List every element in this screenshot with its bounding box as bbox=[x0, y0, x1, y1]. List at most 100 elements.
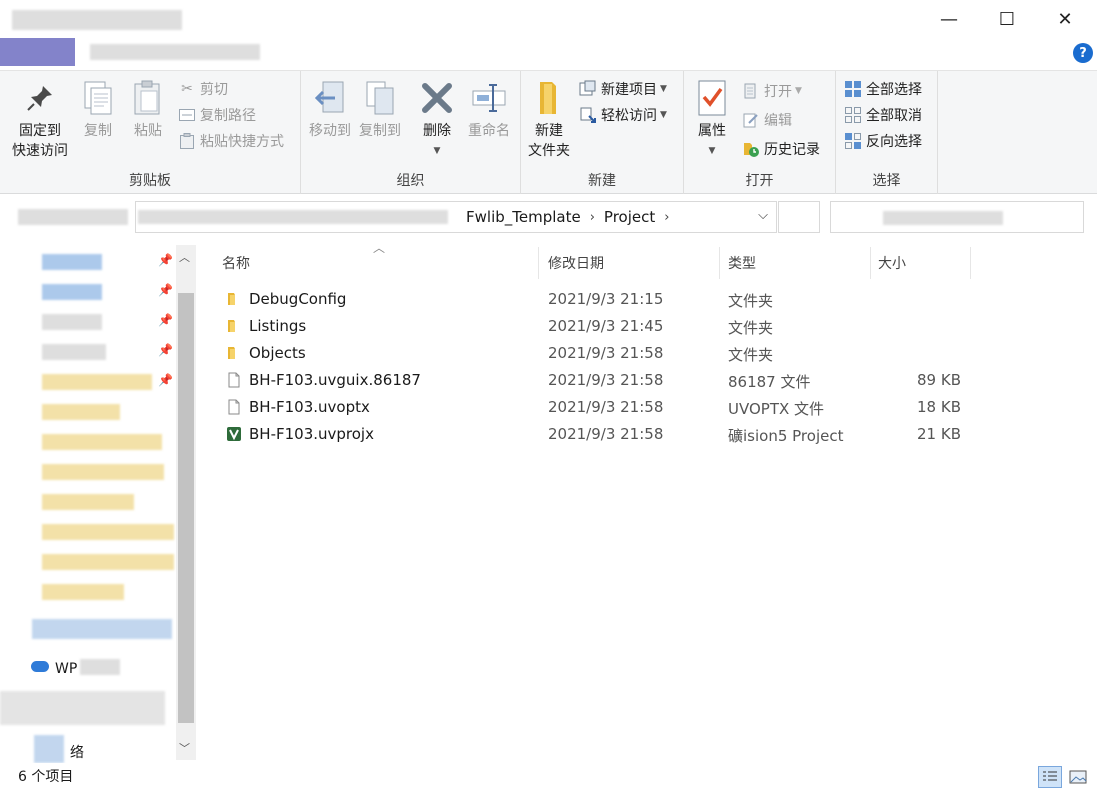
file-size: 21 KB bbox=[917, 425, 961, 443]
nav-item-blurred bbox=[42, 374, 152, 390]
new-folder-button[interactable]: 新建 文件夹 bbox=[526, 79, 572, 161]
clipboard-group: 固定到 快速访问 复制 粘贴 ✂ 剪切 复制路径 粘贴快捷方式 剪贴板 bbox=[0, 71, 301, 194]
properties-button[interactable]: 属性 ▼ bbox=[692, 79, 732, 161]
breadcrumb-separator-icon[interactable]: › bbox=[587, 210, 598, 225]
copy-to-button[interactable]: 复制到 bbox=[356, 79, 404, 141]
select-all-label: 全部选择 bbox=[866, 82, 922, 98]
file-icon bbox=[228, 399, 240, 415]
copy-label: 复制 bbox=[84, 123, 112, 139]
pin-icon[interactable]: 📌 bbox=[158, 283, 173, 297]
paste-shortcut-label: 粘贴快捷方式 bbox=[200, 134, 284, 150]
column-divider[interactable] bbox=[970, 247, 971, 279]
column-divider[interactable] bbox=[719, 247, 720, 279]
maximize-button[interactable]: ☐ bbox=[978, 0, 1036, 38]
properties-dropdown-icon[interactable]: ▼ bbox=[709, 141, 716, 161]
breadcrumb-project[interactable]: Project bbox=[598, 208, 661, 226]
scroll-down-icon[interactable]: ﹀ bbox=[179, 740, 190, 756]
minimize-button[interactable]: — bbox=[920, 0, 978, 38]
select-all-button[interactable]: 全部选择 bbox=[844, 78, 922, 100]
address-bar[interactable]: Fwlib_Template › Project › ⌵ bbox=[135, 201, 777, 233]
copy-path-icon bbox=[178, 106, 196, 124]
new-folder-icon bbox=[530, 79, 568, 117]
delete-button[interactable]: 删除 ▼ bbox=[417, 79, 457, 161]
new-folder-label-2: 文件夹 bbox=[528, 143, 570, 159]
details-view-icon bbox=[1043, 771, 1057, 781]
file-row[interactable]: Objects 2021/9/3 21:58 文件夹 bbox=[224, 340, 974, 367]
new-item-dropdown-icon[interactable]: ▼ bbox=[660, 84, 667, 94]
search-input[interactable] bbox=[830, 201, 1084, 233]
copy-path-label: 复制路径 bbox=[200, 108, 256, 124]
delete-dropdown-icon[interactable]: ▼ bbox=[434, 141, 441, 161]
file-list: 名称 ︿ 修改日期 类型 大小 DebugConfig 2021/9/3 21:… bbox=[210, 241, 1097, 763]
file-row[interactable]: Listings 2021/9/3 21:45 文件夹 bbox=[224, 313, 974, 340]
nav-item-blurred bbox=[42, 554, 174, 570]
column-size-label: 大小 bbox=[878, 256, 906, 272]
copy-button[interactable]: 复制 bbox=[78, 79, 118, 141]
move-to-button[interactable]: 移动到 bbox=[306, 79, 354, 141]
nav-item-label[interactable]: WP bbox=[55, 661, 77, 677]
network-label[interactable]: 络 bbox=[70, 742, 84, 762]
pin-icon[interactable]: 📌 bbox=[158, 343, 173, 357]
nav-item-blurred bbox=[80, 659, 120, 675]
file-row[interactable]: BH-F103.uvguix.86187 2021/9/3 21:58 8618… bbox=[224, 367, 974, 394]
details-view-button[interactable] bbox=[1038, 766, 1062, 788]
help-icon[interactable]: ? bbox=[1073, 43, 1093, 63]
open-button[interactable]: 打开 ▼ bbox=[742, 80, 802, 102]
column-name-label: 名称 bbox=[222, 256, 250, 272]
copy-icon bbox=[79, 79, 117, 117]
edit-button[interactable]: 编辑 bbox=[742, 109, 792, 131]
pin-icon[interactable]: 📌 bbox=[158, 313, 173, 327]
item-count: 6 个项目 bbox=[18, 769, 74, 785]
breadcrumb-separator-icon[interactable]: › bbox=[661, 210, 672, 225]
pin-quick-access-button[interactable]: 固定到 快速访问 bbox=[8, 79, 72, 161]
nav-scroll-thumb[interactable] bbox=[178, 293, 194, 723]
select-group: 全部选择 全部取消 反向选择 选择 bbox=[836, 71, 938, 194]
open-group-label: 打开 bbox=[745, 173, 774, 189]
column-divider[interactable] bbox=[870, 247, 871, 279]
column-header-date[interactable]: 修改日期 bbox=[548, 251, 604, 275]
select-none-button[interactable]: 全部取消 bbox=[844, 104, 922, 126]
breadcrumb-fwlib-template[interactable]: Fwlib_Template bbox=[460, 208, 587, 226]
properties-label: 属性 bbox=[698, 123, 726, 139]
column-divider[interactable] bbox=[538, 247, 539, 279]
address-history-dropdown-icon[interactable]: ⌵ bbox=[758, 208, 768, 223]
close-button[interactable]: ✕ bbox=[1036, 0, 1094, 38]
history-button[interactable]: 历史记录 bbox=[742, 138, 820, 160]
pin-icon[interactable]: 📌 bbox=[158, 253, 173, 267]
paste-shortcut-button[interactable]: 粘贴快捷方式 bbox=[178, 130, 284, 152]
file-type: 文件夹 bbox=[728, 292, 774, 310]
nav-scrollbar[interactable]: ︿ ﹀ bbox=[176, 245, 196, 760]
large-icons-view-button[interactable] bbox=[1066, 766, 1090, 788]
easy-access-button[interactable]: 轻松访问 ▼ bbox=[579, 104, 667, 126]
column-date-label: 修改日期 bbox=[548, 256, 604, 272]
nav-item-blurred bbox=[42, 254, 102, 270]
file-type: 文件夹 bbox=[728, 319, 774, 337]
invert-selection-button[interactable]: 反向选择 bbox=[844, 130, 922, 152]
open-group: 属性 ▼ 打开 ▼ 编辑 历史记录 打开 bbox=[684, 71, 836, 194]
new-item-button[interactable]: 新建项目 ▼ bbox=[579, 78, 667, 100]
refresh-button[interactable] bbox=[778, 201, 820, 233]
easy-access-dropdown-icon[interactable]: ▼ bbox=[660, 110, 667, 120]
column-header-size[interactable]: 大小 bbox=[878, 251, 906, 275]
nav-item-blurred bbox=[42, 404, 120, 420]
open-label: 打开 bbox=[764, 84, 792, 100]
pin-icon[interactable]: 📌 bbox=[158, 373, 173, 387]
file-date: 2021/9/3 21:58 bbox=[548, 371, 664, 389]
file-row[interactable]: BH-F103.uvoptx 2021/9/3 21:58 UVOPTX 文件 … bbox=[224, 394, 974, 421]
copy-path-button[interactable]: 复制路径 bbox=[178, 104, 256, 126]
file-tab[interactable] bbox=[0, 38, 75, 66]
column-header-type[interactable]: 类型 bbox=[728, 251, 756, 275]
cut-button[interactable]: ✂ 剪切 bbox=[178, 78, 228, 100]
rename-button[interactable]: 重命名 bbox=[464, 79, 514, 141]
open-dropdown-icon[interactable]: ▼ bbox=[795, 86, 802, 96]
open-icon bbox=[742, 82, 760, 100]
column-header-name[interactable]: 名称 bbox=[222, 251, 250, 275]
file-icon bbox=[228, 372, 240, 388]
nav-item-blurred bbox=[32, 619, 172, 639]
file-row[interactable]: DebugConfig 2021/9/3 21:15 文件夹 bbox=[224, 286, 974, 313]
file-row[interactable]: BH-F103.uvprojx 2021/9/3 21:58 礦ision5 P… bbox=[224, 421, 974, 448]
nav-item-blurred bbox=[42, 434, 162, 450]
scroll-up-icon[interactable]: ︿ bbox=[179, 249, 190, 265]
copy-to-label: 复制到 bbox=[359, 123, 401, 139]
paste-button[interactable]: 粘贴 bbox=[128, 79, 168, 141]
